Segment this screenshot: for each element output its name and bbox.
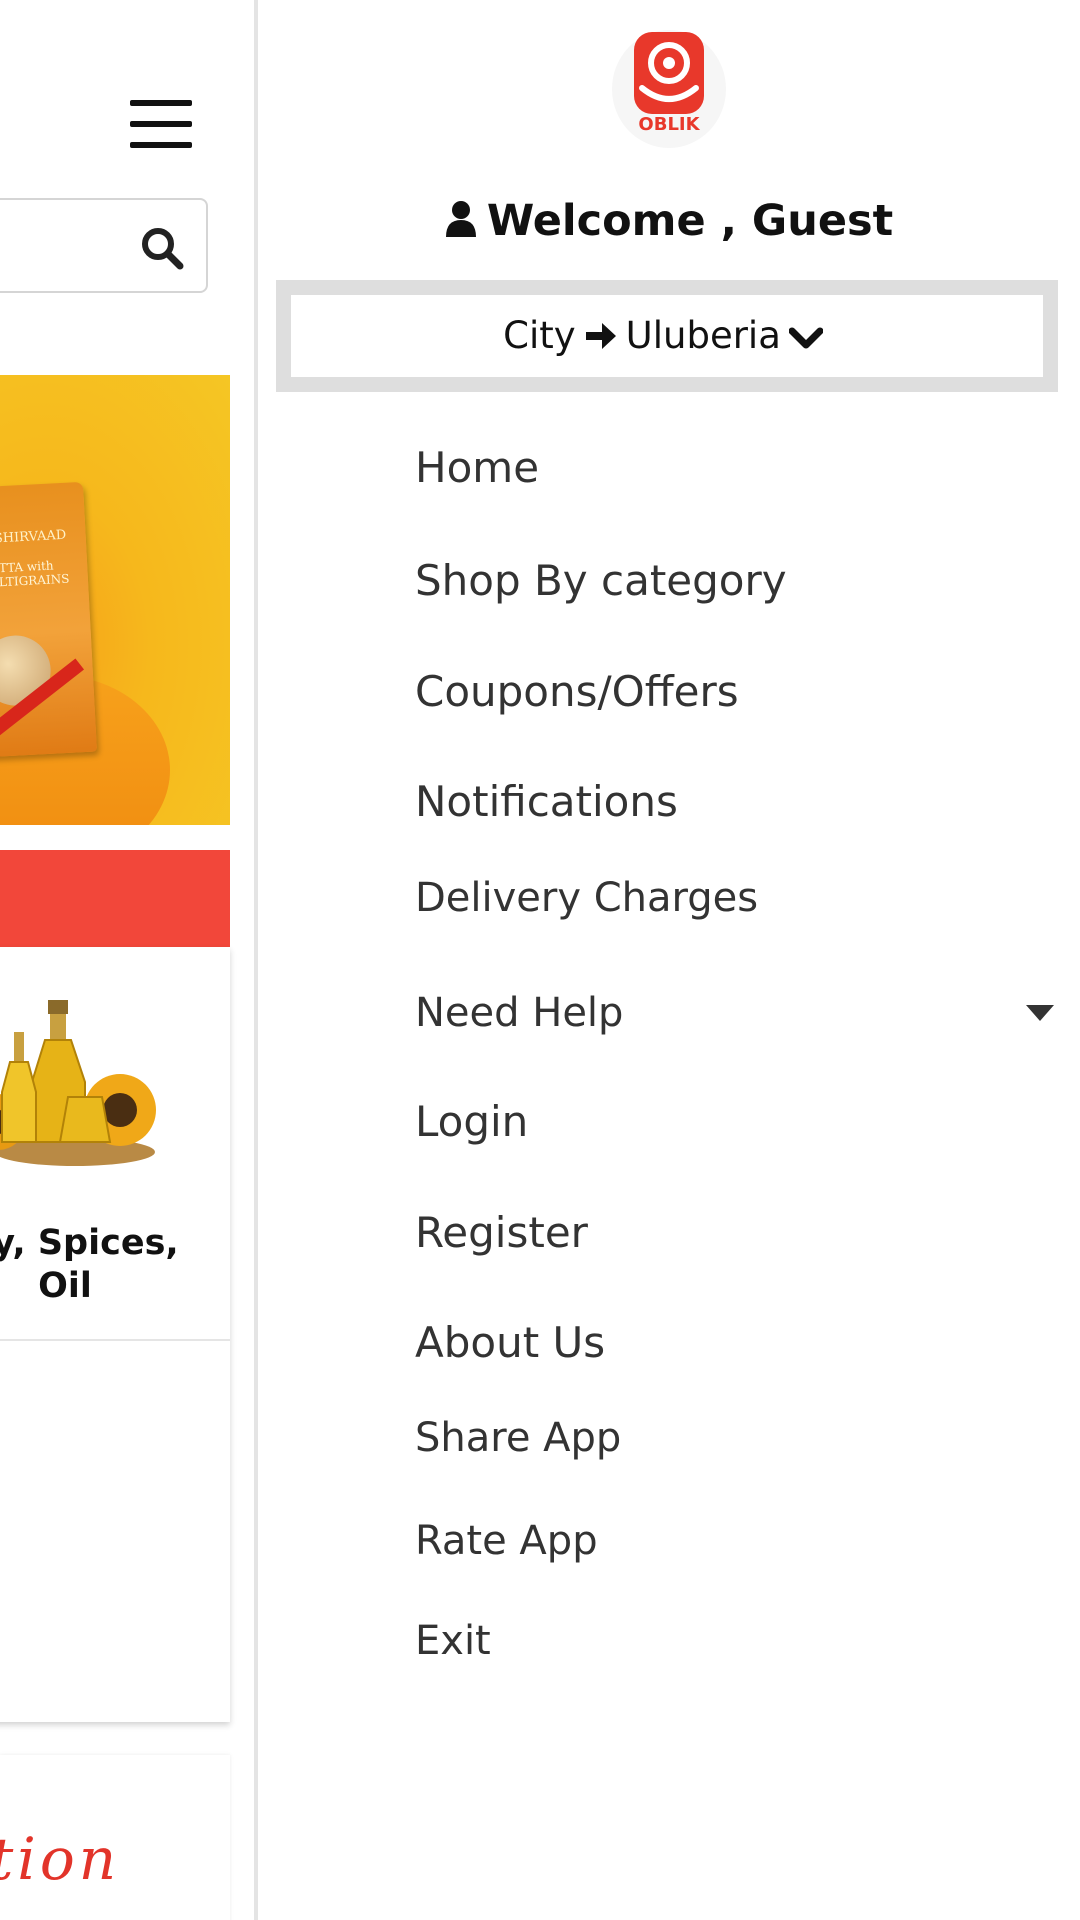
menu-item-delivery-charges[interactable]: Delivery Charges: [415, 875, 758, 921]
category-label: ery, Spices, Oil: [0, 1223, 179, 1306]
oblik-logo: OBLIK: [612, 30, 726, 148]
arrow-right-icon: [585, 323, 616, 349]
search-icon[interactable]: [140, 226, 184, 270]
category-card[interactable]: ery, Spices, Oil: [0, 947, 230, 1722]
city-value: Uluberia: [625, 314, 781, 357]
home-page-background: AASHIRVAAD ATTA with MULTIGRAINS y, Spic…: [0, 0, 256, 1920]
city-label: City: [503, 314, 576, 357]
menu-item-need-help[interactable]: Need Help: [415, 990, 623, 1036]
bottom-banner-text: tion: [0, 1825, 121, 1893]
search-bar[interactable]: [0, 198, 208, 293]
menu-item-login[interactable]: Login: [415, 1097, 528, 1146]
menu-item-home[interactable]: Home: [415, 443, 539, 492]
chevron-down-icon: [788, 327, 824, 349]
menu-item-notifications[interactable]: Notifications: [415, 777, 678, 826]
card-divider: [0, 1339, 230, 1341]
welcome-text: Welcome , Guest: [486, 196, 894, 246]
caret-down-icon[interactable]: [1026, 1005, 1054, 1021]
pack-product-text: ATTA with MULTIGRAINS: [0, 558, 70, 591]
welcome-heading: Welcome , Guest: [258, 196, 1080, 246]
menu-item-coupons-offers[interactable]: Coupons/Offers: [415, 667, 739, 716]
category-header-strip: [0, 850, 230, 947]
promo-banner[interactable]: AASHIRVAAD ATTA with MULTIGRAINS: [0, 375, 230, 825]
city-selector-frame: City Uluberia: [276, 280, 1058, 392]
oil-bottles-image: [0, 1000, 156, 1166]
menu-item-shop-by-category[interactable]: Shop By category: [415, 556, 787, 605]
atta-pack-image: AASHIRVAAD ATTA with MULTIGRAINS: [0, 481, 97, 759]
menu-item-about-us[interactable]: About Us: [415, 1318, 605, 1367]
city-selector[interactable]: City Uluberia: [291, 295, 1043, 377]
hamburger-icon[interactable]: [130, 100, 192, 148]
app-screen: AASHIRVAAD ATTA with MULTIGRAINS y, Spic…: [0, 0, 1080, 1920]
user-icon: [445, 201, 476, 237]
menu-item-rate-app[interactable]: Rate App: [415, 1518, 598, 1564]
navigation-drawer: OBLIK Welcome , Guest City Uluberia Home…: [258, 0, 1080, 1920]
menu-item-exit[interactable]: Exit: [415, 1618, 491, 1664]
menu-item-share-app[interactable]: Share App: [415, 1415, 621, 1461]
pack-brand-text: AASHIRVAAD: [0, 527, 67, 548]
menu-item-register[interactable]: Register: [415, 1208, 588, 1257]
logo-text: OBLIK: [638, 114, 700, 135]
